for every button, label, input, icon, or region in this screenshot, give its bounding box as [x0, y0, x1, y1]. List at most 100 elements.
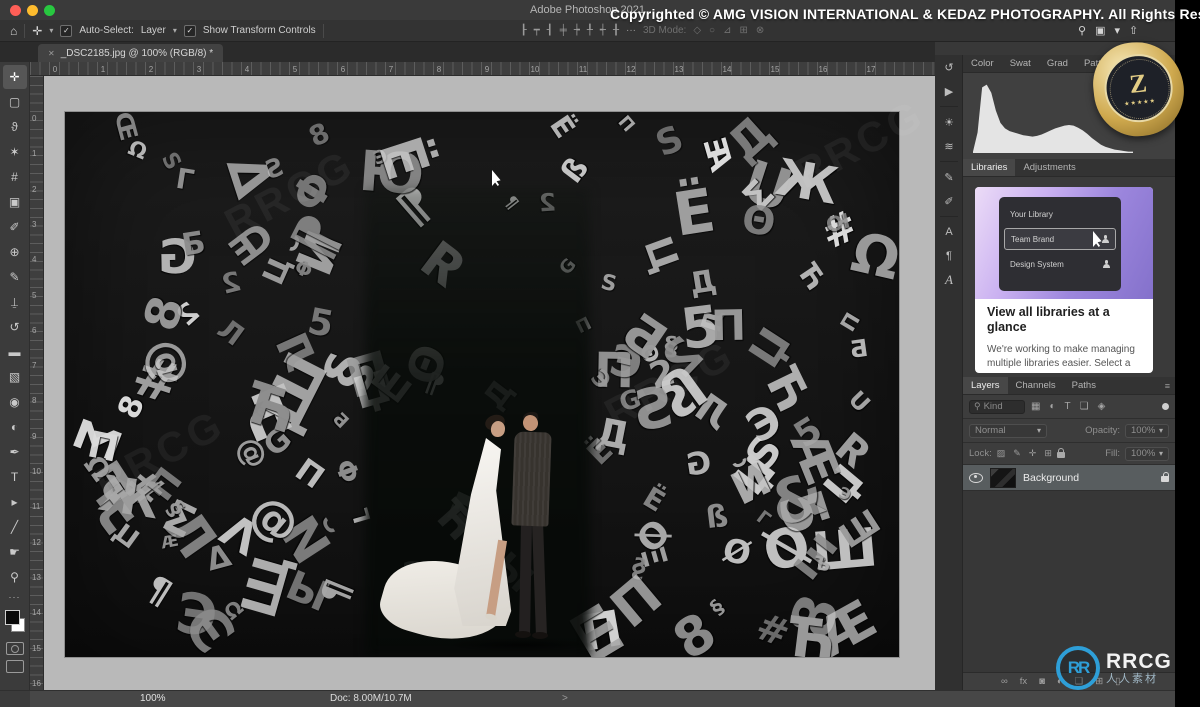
home-icon[interactable]: ⌂	[10, 25, 17, 37]
auto-select-checkbox[interactable]: ✓	[60, 24, 73, 37]
layer-mask-icon[interactable]: ◙	[1039, 676, 1045, 687]
brushes-panel-icon[interactable]: ✎	[935, 165, 963, 189]
tab-adjustments[interactable]: Adjustments	[1015, 159, 1083, 176]
layer-effects-icon[interactable]: fx	[1020, 676, 1027, 687]
share-icon[interactable]: ⇧	[1129, 25, 1138, 37]
filter-pixel-layers-icon[interactable]: ▦	[1031, 401, 1040, 412]
chevron-down-icon[interactable]: ▾	[49, 26, 53, 35]
mode-icon[interactable]: ○	[709, 25, 715, 36]
eraser-tool[interactable]: ▬	[3, 340, 27, 364]
layer-thumbnail[interactable]	[990, 467, 1016, 488]
crop-tool[interactable]: #	[3, 165, 27, 189]
tab-layers[interactable]: Layers	[963, 377, 1008, 394]
path-selection-tool[interactable]: ▸	[3, 490, 27, 514]
filter-toggle[interactable]	[1162, 403, 1169, 410]
clone-stamp-tool[interactable]: ⍊	[3, 290, 27, 314]
mode-icon[interactable]: ◇	[693, 25, 701, 36]
pen-tool[interactable]: ✒	[3, 440, 27, 464]
screen-mode-icon[interactable]	[5, 660, 24, 673]
lock-artboard-icon[interactable]: ⊞	[1044, 448, 1052, 459]
lasso-tool[interactable]: ϑ	[3, 115, 27, 139]
zoom-tool[interactable]: ⚲	[3, 565, 27, 589]
glyphs-panel-icon[interactable]: A	[935, 268, 963, 292]
canvas-area[interactable]: S#ЄШØБЛ#¶GØΠШ2G8Æ§П5ЅГЫБΠЙΠД§U§¶ΠЙ¶БЦ2ΩЁ…	[44, 76, 935, 690]
filter-shape-layers-icon[interactable]: ❏	[1080, 401, 1089, 412]
layer-search-field[interactable]: ⚲ Kind	[969, 399, 1025, 414]
tab-swat[interactable]: Swat	[1002, 55, 1039, 72]
filter-type-layers-icon[interactable]: T	[1065, 401, 1071, 412]
align-icon[interactable]: ╂	[613, 25, 619, 36]
align-icon[interactable]: ┾	[574, 25, 580, 36]
mode-icon[interactable]: ⊿	[723, 25, 731, 36]
layer-lock-icon[interactable]	[1161, 472, 1169, 482]
more-options-icon[interactable]: ···	[626, 25, 636, 36]
blur-tool[interactable]: ◉	[3, 390, 27, 414]
line-shape-tool[interactable]: ╱	[3, 515, 27, 539]
tab-color[interactable]: Color	[963, 55, 1002, 72]
align-icon[interactable]: ┨	[547, 25, 553, 36]
status-chevron-icon[interactable]: >	[562, 693, 568, 704]
gradient-tool[interactable]: ▧	[3, 365, 27, 389]
quick-selection-tool[interactable]: ✶	[3, 140, 27, 164]
mode-icon[interactable]: ⊗	[756, 25, 764, 36]
align-icon[interactable]: ┠	[521, 25, 527, 36]
panel-menu-icon[interactable]: ≡	[1165, 381, 1170, 391]
chevron-down-icon[interactable]: ▾	[173, 26, 177, 35]
link-layers-icon[interactable]: ∞	[1001, 676, 1008, 687]
eyedropper-tool[interactable]: ✐	[3, 215, 27, 239]
paragraph-panel-icon[interactable]: ¶	[935, 244, 963, 268]
document-tab[interactable]: ✕ _DSC2185.jpg @ 100% (RGB/8) *	[38, 44, 224, 62]
dodge-tool[interactable]: ◐	[3, 415, 27, 439]
foreground-color-swatch[interactable]	[5, 610, 20, 625]
align-icon[interactable]: ╪	[560, 25, 567, 36]
quick-mask-icon[interactable]	[5, 642, 24, 655]
layer-row-background[interactable]: Background	[963, 465, 1175, 491]
show-transform-checkbox[interactable]: ✓	[183, 24, 196, 37]
caret-down-icon[interactable]: ▾	[1114, 25, 1120, 37]
tab-paths[interactable]: Paths	[1064, 377, 1104, 394]
actions-panel-icon[interactable]: ▶	[935, 79, 963, 103]
horizontal-ruler[interactable]: 0 1 2 3 4 5 6 7 8 9 10 11 12 13 14 15 16 17	[30, 62, 935, 76]
opacity-field[interactable]: 100% ▾	[1125, 423, 1169, 438]
history-panel-icon[interactable]: ↺	[935, 55, 963, 79]
fill-field[interactable]: 100% ▾	[1125, 446, 1169, 461]
move-tool[interactable]: ✛	[2, 65, 27, 89]
layer-visibility-icon[interactable]	[969, 472, 983, 483]
adjustments-panel-icon[interactable]: ☀	[935, 110, 963, 134]
tab-channels[interactable]: Channels	[1008, 377, 1064, 394]
align-icon[interactable]: ╀	[587, 25, 593, 36]
type-tool[interactable]: T	[3, 465, 27, 489]
photo-document[interactable]: S#ЄШØБЛ#¶GØΠШ2G8Æ§П5ЅГЫБΠЙΠД§U§¶ΠЙ¶БЦ2ΩЁ…	[65, 112, 899, 657]
filter-adjustment-layers-icon[interactable]: ◐	[1049, 401, 1055, 412]
library-item-your-library[interactable]: Your Library	[1004, 203, 1116, 225]
tab-grad[interactable]: Grad	[1039, 55, 1076, 72]
align-icon[interactable]: ┯	[534, 25, 540, 36]
auto-select-value[interactable]: Layer	[141, 25, 166, 36]
brush-settings-panel-icon[interactable]: ✐	[935, 189, 963, 213]
mode-icon[interactable]: ⊞	[739, 25, 747, 36]
frame-tool[interactable]: ▣	[3, 190, 27, 214]
spot-healing-tool[interactable]: ⊕	[3, 240, 27, 264]
workspace-switcher-icon[interactable]: ▣	[1095, 25, 1105, 37]
libraries-intro-card[interactable]: Your Library Team Brand Design System View…	[975, 187, 1153, 373]
tab-libraries[interactable]: Libraries	[963, 159, 1016, 176]
rectangular-marquee-tool[interactable]: ▢	[3, 90, 27, 114]
close-tab-icon[interactable]: ✕	[48, 49, 55, 58]
lock-image-pixels-icon[interactable]: ✎	[1013, 448, 1021, 459]
gradients-panel-icon[interactable]: ≋	[935, 134, 963, 158]
filter-smart-objects-icon[interactable]: ◈	[1098, 401, 1106, 412]
history-brush-tool[interactable]: ↺	[3, 315, 27, 339]
align-icon[interactable]: ┽	[600, 25, 606, 36]
lock-transparent-pixels-icon[interactable]: ▨	[997, 448, 1006, 459]
edit-toolbar-icon[interactable]: ···	[0, 592, 29, 602]
hand-tool[interactable]: ☛	[3, 540, 27, 564]
zoom-level[interactable]: 100%	[140, 693, 166, 704]
blend-mode-select[interactable]: Normal ▾	[969, 423, 1047, 438]
vertical-ruler[interactable]: 0 1 2 3 4 5 6 7 8 9 10 11 12 13 14 15 16	[30, 76, 44, 690]
search-icon[interactable]: ⚲	[1078, 25, 1086, 37]
library-item-design-system[interactable]: Design System	[1004, 253, 1116, 275]
lock-position-icon[interactable]: ✛	[1029, 448, 1037, 459]
brush-tool[interactable]: ✎	[3, 265, 27, 289]
character-panel-icon[interactable]: A	[935, 220, 963, 244]
lock-all-icon[interactable]	[1056, 448, 1065, 458]
